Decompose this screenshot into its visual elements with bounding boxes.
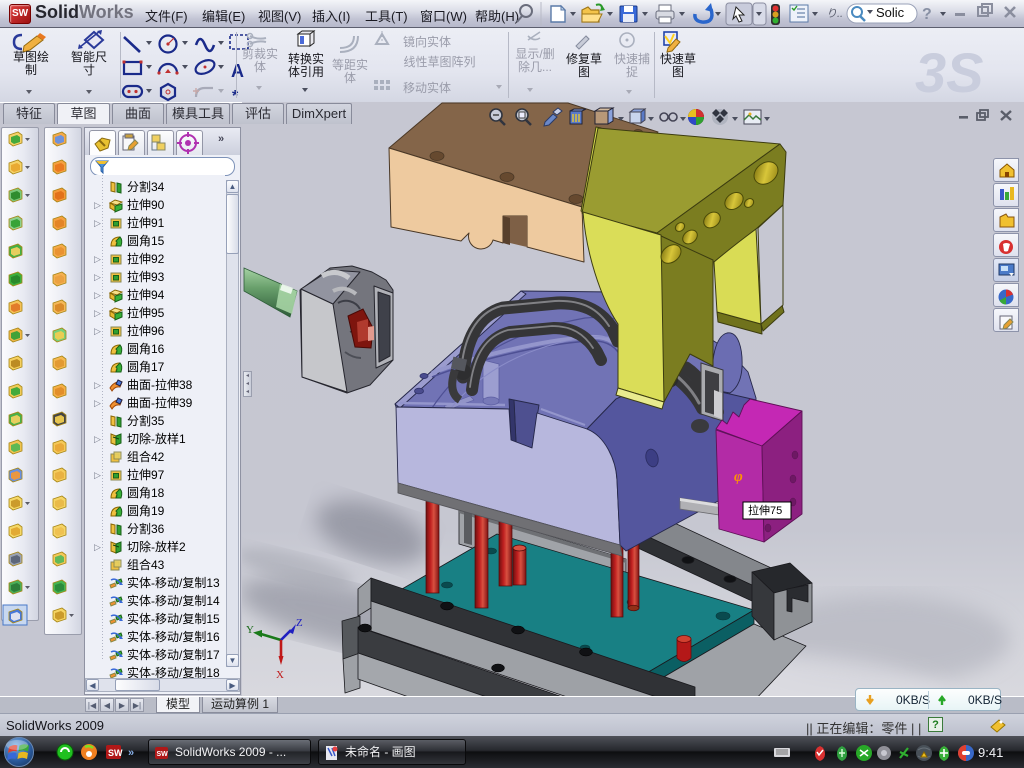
svg-text:φ: φ [734, 469, 743, 485]
svg-text:X: X [276, 669, 284, 681]
svg-text:拉伸75: 拉伸75 [748, 503, 782, 517]
svg-text:Z: Z [296, 617, 303, 629]
svg-text:Y: Y [246, 624, 254, 636]
